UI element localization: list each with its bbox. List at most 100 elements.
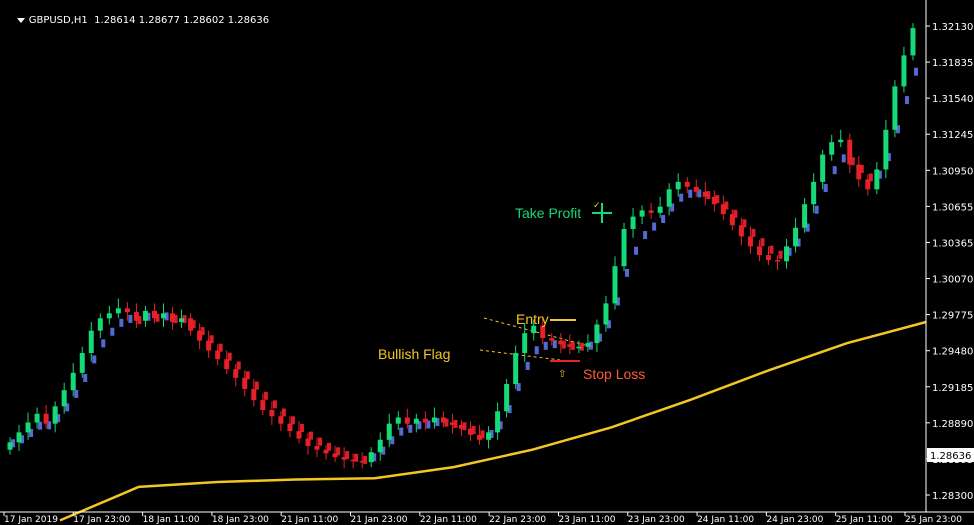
candle-body <box>34 413 40 423</box>
ohlc-values: 1.28614 1.28677 1.28602 1.28636 <box>94 15 270 26</box>
take-profit-label: Take Profit <box>515 205 581 221</box>
price-tick-label: 1.28890 <box>932 419 973 430</box>
candle-body <box>865 179 871 190</box>
price-tick-label: 1.31245 <box>932 130 973 141</box>
time-tick-label: 18 Jan 11:00 <box>143 515 200 525</box>
trend-bar <box>534 346 539 355</box>
time-tick-label: 18 Jan 23:00 <box>212 515 269 525</box>
candle-body <box>133 312 139 321</box>
candle-body <box>458 424 464 429</box>
candle-body <box>468 428 474 435</box>
trend-bar <box>643 231 648 240</box>
candle-body <box>260 400 266 411</box>
candle-body <box>838 139 844 143</box>
price-tick-label: 1.30365 <box>932 238 973 249</box>
candle-body <box>847 139 853 165</box>
candle-body <box>386 423 392 440</box>
candle-body <box>151 310 157 319</box>
trend-bar <box>83 373 88 382</box>
trend-bar <box>913 67 918 76</box>
candle-body <box>206 340 212 351</box>
candle-body <box>486 432 492 440</box>
candle-body <box>657 206 663 213</box>
price-tick-label: 1.30070 <box>932 275 973 286</box>
symbol-header[interactable]: GBPUSD,H1 1.28614 1.28677 1.28602 1.2863… <box>4 4 269 37</box>
candle-body <box>784 246 790 262</box>
trend-bar <box>778 250 783 259</box>
candle-body <box>711 196 717 205</box>
trend-bar <box>751 228 756 237</box>
candle-body <box>278 416 284 424</box>
up-arrow-icon: ⇧ <box>558 369 566 380</box>
candle-body <box>395 417 401 424</box>
candle-body <box>233 369 239 378</box>
trend-bar <box>841 154 846 163</box>
candle-body <box>874 169 880 190</box>
candle-body <box>829 142 835 155</box>
candle-body <box>621 229 627 267</box>
trend-bar <box>236 361 241 370</box>
candle-body <box>341 457 347 460</box>
candle-body <box>720 204 726 215</box>
trend-bar <box>399 427 404 436</box>
candle-body <box>729 214 735 226</box>
time-tick-label: 23 Jan 23:00 <box>628 515 685 525</box>
trend-bar <box>552 340 557 349</box>
trend-bar <box>101 339 106 348</box>
candle-body <box>61 390 67 407</box>
chart-window[interactable]: ⇧ ✓ 1.32130 1.31835 1.31540 1.31245 1.30950 1.… <box>0 0 974 525</box>
candle-body <box>70 372 76 391</box>
candle-body <box>43 413 49 424</box>
price-tick-label: 1.30655 <box>932 202 973 213</box>
trend-bar <box>281 408 286 417</box>
candle-body <box>7 442 13 450</box>
candle-body <box>540 325 546 339</box>
trend-bar <box>823 184 828 193</box>
candle-body <box>856 164 862 180</box>
candle-body <box>404 417 410 424</box>
trend-bar <box>299 424 304 433</box>
candle-body <box>368 452 374 463</box>
candle-body <box>603 303 609 325</box>
time-tick-label: 25 Jan 23:00 <box>905 515 962 525</box>
time-tick-label: 24 Jan 23:00 <box>766 515 823 525</box>
candle-body <box>567 344 573 347</box>
candle-body <box>693 186 699 192</box>
current-price-label: 1.28636 <box>930 451 971 462</box>
candle-body <box>323 449 329 454</box>
chevron-down-icon[interactable] <box>16 17 25 23</box>
price-tick-label: 1.28300 <box>932 491 973 502</box>
trend-bar <box>74 389 79 398</box>
candle-body <box>639 210 645 217</box>
time-tick-label: 25 Jan 11:00 <box>836 515 893 525</box>
trend-bar <box>679 193 684 202</box>
candle-body <box>359 460 365 463</box>
candle-body <box>892 86 898 130</box>
trend-bar <box>543 341 548 350</box>
flag-lower-line <box>479 349 561 361</box>
trend-bar <box>92 355 97 364</box>
stop-loss-label: Stop Loss <box>583 366 645 382</box>
candle-body <box>504 384 510 412</box>
candle-body <box>576 346 582 349</box>
candle-body <box>97 318 103 331</box>
candle-body <box>820 154 826 182</box>
trend-bar <box>652 222 657 231</box>
candle-body <box>88 330 94 353</box>
price-tick-label: 1.31540 <box>932 94 973 105</box>
trend-bar <box>904 96 909 105</box>
trend-bar <box>318 437 323 446</box>
candle-body <box>52 406 58 424</box>
trend-bar <box>625 268 630 277</box>
trend-bar <box>254 381 259 390</box>
candle-body <box>25 422 31 433</box>
candle-body <box>756 246 762 256</box>
symbol-name: GBPUSD,H1 <box>28 15 88 26</box>
trend-bar <box>814 205 819 214</box>
candle-body <box>738 225 744 237</box>
trend-bar <box>516 383 521 392</box>
price-chart[interactable]: ⇧ ✓ 1.32130 1.31835 1.31540 1.31245 1.30950 1.… <box>0 0 974 525</box>
trend-bar <box>38 421 43 430</box>
candle-body <box>675 181 681 190</box>
candle-body <box>585 343 591 347</box>
